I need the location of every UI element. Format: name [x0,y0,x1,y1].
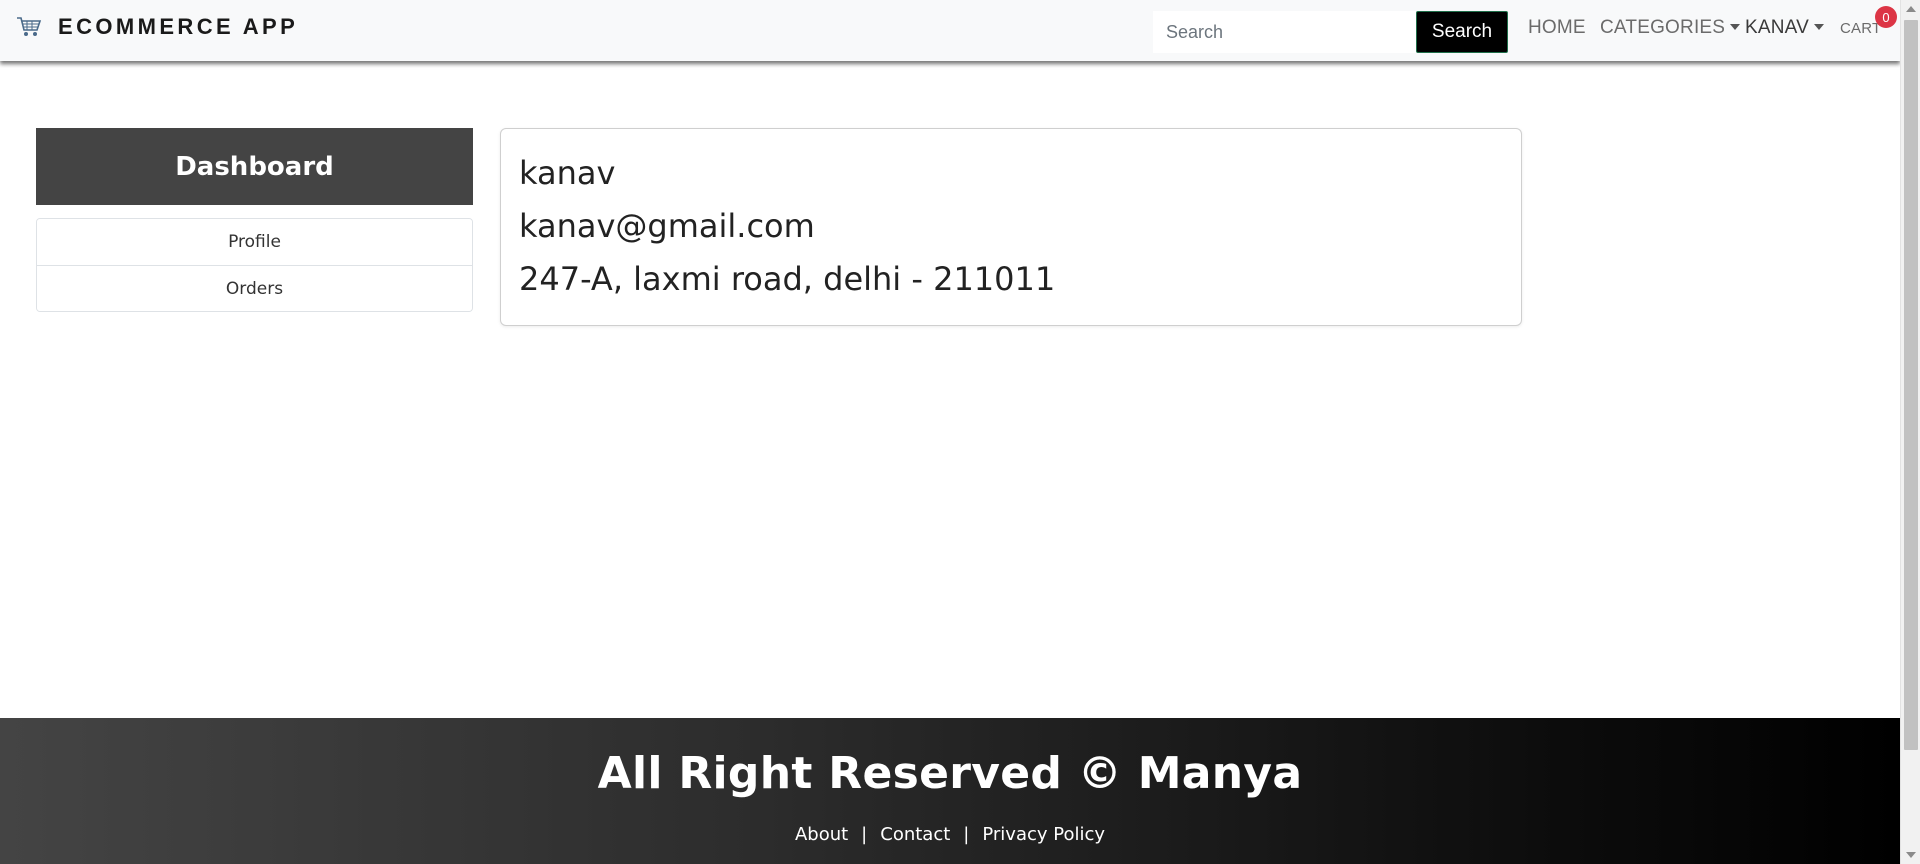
dashboard-title: Dashboard [36,128,473,205]
menu-item-orders[interactable]: Orders [37,265,472,311]
profile-email: kanav@gmail.com [519,207,815,245]
profile-address: 247-A, laxmi road, delhi - 211011 [519,260,1056,298]
brand-name: ECOMMERCE APP [58,14,299,39]
top-navbar: ECOMMERCE APP Search HOME CATEGORIES KAN… [0,0,1900,61]
shopping-cart-icon [17,17,42,36]
footer: All Right Reserved © Manya About | Conta… [0,718,1900,864]
search-input[interactable] [1153,11,1417,53]
footer-copyright: All Right Reserved © Manya [597,748,1303,799]
scroll-up-arrow-icon[interactable] [1906,6,1916,12]
profile-name: kanav [519,154,616,192]
footer-separator: | [861,824,868,845]
caret-down-icon [1814,24,1825,30]
footer-links: About | Contact | Privacy Policy [0,824,1900,845]
footer-link-contact[interactable]: Contact [880,824,950,845]
footer-separator: | [963,824,970,845]
dashboard-menu: Profile Orders [36,218,473,312]
search-button[interactable]: Search [1416,11,1508,53]
footer-link-privacy-policy[interactable]: Privacy Policy [982,824,1105,845]
nav-home-link[interactable]: HOME [1528,17,1586,39]
nav-user-label: KANAV [1745,17,1810,38]
scroll-down-arrow-icon[interactable] [1906,852,1916,858]
vertical-scrollbar[interactable] [1900,0,1920,864]
nav-categories-label: CATEGORIES [1600,17,1726,38]
profile-card: kanav kanav@gmail.com 247-A, laxmi road,… [500,128,1522,326]
brand[interactable]: ECOMMERCE APP [16,14,298,40]
nav-categories-dropdown[interactable]: CATEGORIES [1600,17,1741,39]
scrollbar-thumb[interactable] [1904,20,1918,750]
nav-cart-link[interactable]: CART [1840,20,1881,37]
cart-count-badge: 0 [1875,6,1897,28]
caret-down-icon [1730,24,1741,30]
footer-link-about[interactable]: About [795,824,848,845]
nav-user-dropdown[interactable]: KANAV [1745,17,1825,39]
menu-item-profile[interactable]: Profile [37,219,472,265]
